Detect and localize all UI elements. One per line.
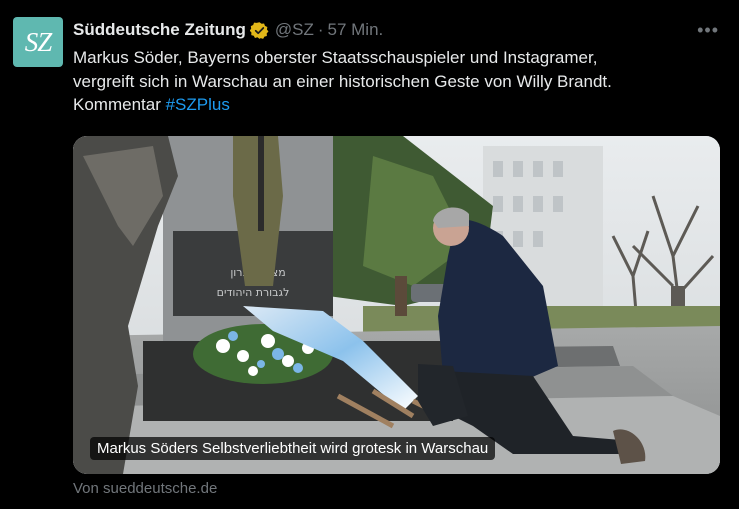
tweet-text: Markus Söder, Bayerns oberster Staatssch…	[73, 46, 723, 117]
photo-illustration: מצבת זיכרון לגבורת היהודים	[73, 136, 720, 474]
link-card-image[interactable]: מצבת זיכרון לגבורת היהודים	[73, 136, 720, 474]
post-timestamp[interactable]: 57 Min.	[328, 20, 384, 40]
more-options-icon[interactable]: •••	[697, 18, 719, 42]
account-handle[interactable]: @SZ	[275, 20, 314, 40]
link-source[interactable]: Von sueddeutsche.de	[73, 480, 217, 497]
verified-badge-icon[interactable]	[249, 21, 269, 40]
account-avatar[interactable]: SZ	[13, 17, 63, 67]
tweet-text-line-2: vergreift sich in Warschau an einer hist…	[73, 71, 612, 91]
hashtag-link[interactable]: #SZPlus	[166, 95, 230, 114]
tweet-header: Süddeutsche Zeitung @SZ · 57 Min. •••	[73, 18, 719, 42]
separator-dot: ·	[317, 20, 324, 39]
tweet-text-line-3-prefix: Kommentar	[73, 95, 166, 114]
account-name[interactable]: Süddeutsche Zeitung	[73, 20, 246, 40]
tweet-text-line-1: Markus Söder, Bayerns oberster Staatssch…	[73, 48, 598, 67]
avatar-logo-text: SZ	[24, 26, 53, 57]
monument-inscription-2: לגבורת היהודים	[217, 286, 290, 299]
image-caption: Markus Söders Selbstverliebtheit wird gr…	[90, 437, 496, 460]
